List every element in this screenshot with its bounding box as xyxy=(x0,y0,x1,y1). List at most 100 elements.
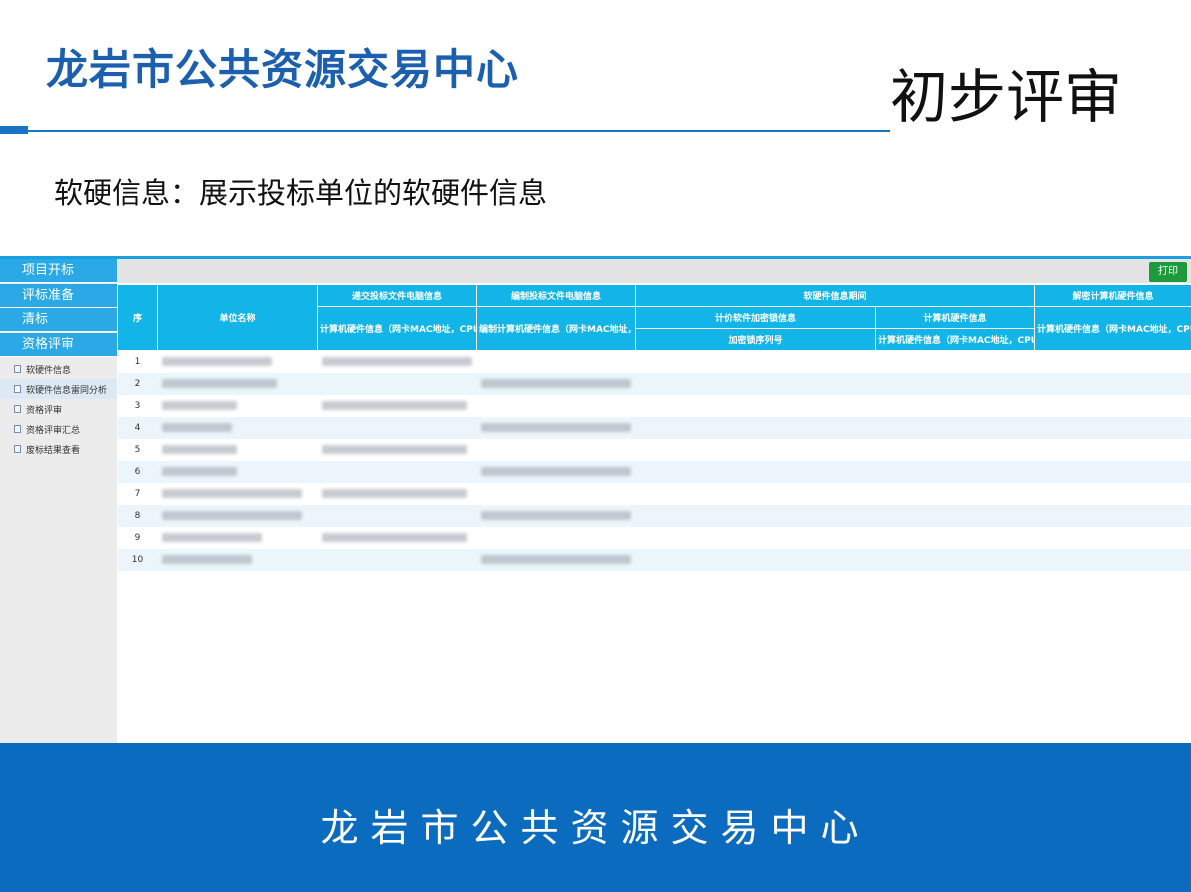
row-seq: 3 xyxy=(117,394,158,417)
submenu-item-qualification[interactable]: 资格评审 xyxy=(0,399,117,419)
row-seq: 10 xyxy=(117,548,158,571)
slide-title: 初步评审 xyxy=(890,63,1123,131)
unit-name-cell xyxy=(157,372,318,395)
submenu-item-label: 废标结果查看 xyxy=(26,445,81,456)
hw-sw-info-table: 序 单位名称 递交投标文件电脑信息 编制投标文件电脑信息 软硬件信息期间 解密计… xyxy=(117,284,1191,571)
redacted-text xyxy=(321,488,467,498)
decrypt-hw-cell xyxy=(1034,350,1191,373)
table-row[interactable]: 3 xyxy=(117,394,1191,417)
unit-name-cell xyxy=(157,504,318,527)
org-title: 龙岩市公共资源交易中心 xyxy=(46,45,520,94)
row-seq: 4 xyxy=(117,416,158,439)
submit-hw-cell xyxy=(317,460,477,483)
sidebar-item-bid-clearing[interactable]: 清标 xyxy=(0,308,117,332)
submit-hw-cell xyxy=(317,482,477,505)
col-header-lock-serial: 加密锁序列号 xyxy=(635,328,876,351)
table-row[interactable]: 2 xyxy=(117,372,1191,395)
lock-serial-cell xyxy=(635,482,876,505)
redacted-text xyxy=(161,466,237,476)
redacted-text xyxy=(480,378,631,388)
unit-name-cell xyxy=(157,526,318,549)
redacted-text xyxy=(480,422,631,432)
document-icon xyxy=(14,405,21,413)
header-divider xyxy=(28,130,890,132)
submit-hw-cell xyxy=(317,350,477,373)
lock-serial-cell xyxy=(635,394,876,417)
unit-name-cell xyxy=(157,350,318,373)
submenu-item-qualification-summary[interactable]: 资格评审汇总 xyxy=(0,419,117,439)
row-seq: 6 xyxy=(117,460,158,483)
redacted-text xyxy=(161,400,237,410)
col-header-seq: 序 xyxy=(117,284,158,351)
table-row[interactable]: 10 xyxy=(117,548,1191,571)
decrypt-hw-cell xyxy=(1034,438,1191,461)
unit-name-cell xyxy=(157,460,318,483)
pricing-hw-cell xyxy=(875,350,1035,373)
table-row[interactable]: 4 xyxy=(117,416,1191,439)
redacted-text xyxy=(321,444,467,454)
col-header-compile-hw: 编制计算机硬件信息（网卡MAC地址，CPU xyxy=(476,306,636,351)
group-header-sw-hw-period: 软硬件信息期间 xyxy=(634,284,1036,307)
compile-hw-cell xyxy=(476,350,636,373)
toolbar: 打印 xyxy=(117,259,1191,283)
document-icon xyxy=(14,385,21,393)
pricing-hw-cell xyxy=(875,372,1035,395)
sidebar: 项目开标 评标准备 清标 资格评审 软硬件信息 软硬件信息雷同分析 资格评审 资… xyxy=(0,259,117,743)
lock-serial-cell xyxy=(635,460,876,483)
submit-hw-cell xyxy=(317,548,477,571)
sidebar-item-qualification-review[interactable]: 资格评审 xyxy=(0,332,117,357)
redacted-text xyxy=(480,554,631,564)
row-seq: 1 xyxy=(117,350,158,373)
redacted-text xyxy=(161,378,277,388)
redacted-text xyxy=(161,532,262,542)
group-header-compile-pc: 编制投标文件电脑信息 xyxy=(476,284,636,307)
sidebar-item-project-opening[interactable]: 项目开标 xyxy=(0,259,117,283)
submenu-item-label: 资格评审 xyxy=(26,405,63,416)
compile-hw-cell xyxy=(476,372,636,395)
decrypt-hw-cell xyxy=(1034,482,1191,505)
table-row[interactable]: 8 xyxy=(117,504,1191,527)
sidebar-menu: 项目开标 评标准备 清标 资格评审 xyxy=(0,259,117,357)
col-header-pricing-sw-lock: 计价软件加密锁信息 xyxy=(635,306,876,329)
pricing-hw-cell xyxy=(875,394,1035,417)
pricing-hw-cell xyxy=(875,526,1035,549)
submit-hw-cell xyxy=(317,394,477,417)
redacted-text xyxy=(321,532,467,542)
sidebar-submenu: 软硬件信息 软硬件信息雷同分析 资格评审 资格评审汇总 废标结果查看 xyxy=(0,359,117,459)
pricing-hw-cell xyxy=(875,416,1035,439)
table-row[interactable]: 5 xyxy=(117,438,1191,461)
decrypt-hw-cell xyxy=(1034,460,1191,483)
footer-org-name: 龙岩市公共资源交易中心 xyxy=(320,806,871,850)
lock-serial-cell xyxy=(635,372,876,395)
decrypt-hw-cell xyxy=(1034,548,1191,571)
submenu-item-label: 资格评审汇总 xyxy=(26,425,81,436)
footer-banner: 龙岩市公共资源交易中心 xyxy=(0,743,1191,892)
unit-name-cell xyxy=(157,438,318,461)
redacted-text xyxy=(161,356,272,366)
table-row[interactable]: 7 xyxy=(117,482,1191,505)
submenu-item-similarity-analysis[interactable]: 软硬件信息雷同分析 xyxy=(0,379,117,399)
submenu-item-hw-sw-info[interactable]: 软硬件信息 xyxy=(0,359,117,379)
lock-serial-cell xyxy=(635,438,876,461)
pricing-hw-cell xyxy=(875,482,1035,505)
compile-hw-cell xyxy=(476,438,636,461)
redacted-text xyxy=(480,466,631,476)
redacted-text xyxy=(480,510,631,520)
table-row[interactable]: 6 xyxy=(117,460,1191,483)
unit-name-cell xyxy=(157,416,318,439)
lock-serial-cell xyxy=(635,548,876,571)
redacted-text xyxy=(161,422,232,432)
sidebar-item-evaluation-prep[interactable]: 评标准备 xyxy=(0,283,117,308)
print-button[interactable]: 打印 xyxy=(1149,262,1187,282)
submit-hw-cell xyxy=(317,504,477,527)
pricing-hw-cell xyxy=(875,548,1035,571)
lock-serial-cell xyxy=(635,416,876,439)
redacted-text xyxy=(161,510,302,520)
compile-hw-cell xyxy=(476,394,636,417)
table-row[interactable]: 9 xyxy=(117,526,1191,549)
col-header-submit-hw: 计算机硬件信息（网卡MAC地址，CPU序列 xyxy=(317,306,477,351)
table-row[interactable]: 1 xyxy=(117,350,1191,373)
submenu-item-rejection-results[interactable]: 废标结果查看 xyxy=(0,439,117,459)
redacted-text xyxy=(321,356,472,366)
row-seq: 7 xyxy=(117,482,158,505)
